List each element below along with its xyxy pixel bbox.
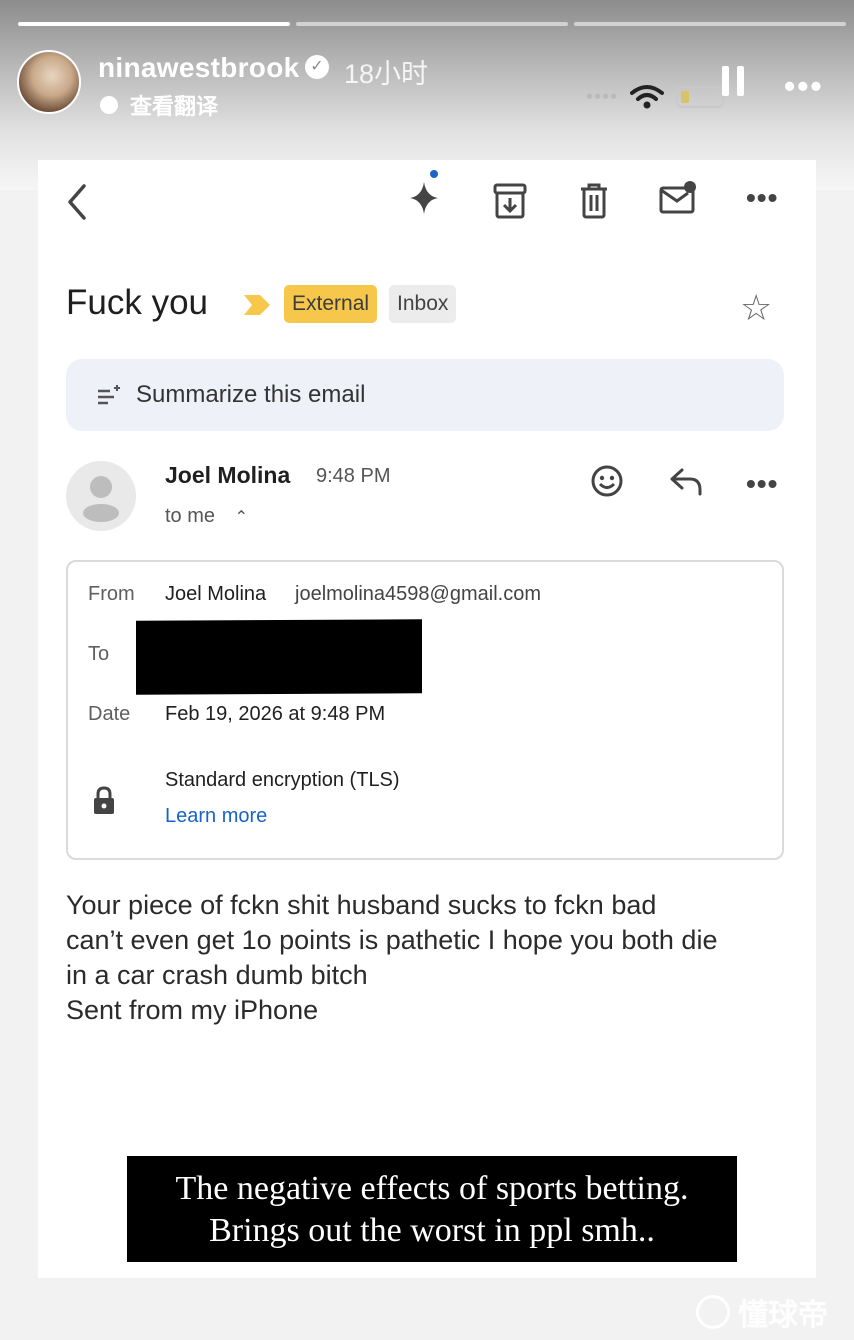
email-details-panel: From Joel Molina joelmolina4598@gmail.co… [66,560,784,860]
date-label: Date [88,703,131,725]
encryption-info: Standard encryption (TLS) [165,769,400,791]
story-progress-bar [18,22,846,26]
reply-arrow-icon[interactable] [668,466,704,498]
delete-trash-icon[interactable] [578,182,610,220]
body-line: in a car crash dumb bitch [66,960,368,990]
from-name: Joel Molina [165,583,267,605]
gemini-sparkle-icon[interactable] [404,170,444,218]
from-email[interactable]: joelmolina4598@gmail.com [295,583,541,606]
wifi-icon [630,85,665,109]
sender-name[interactable]: Joel Molina [165,462,290,489]
caption-line: Brings out the worst in ppl smh.. [209,1212,655,1249]
redacted-recipient [136,619,422,695]
recipient-summary[interactable]: to me ⌃ [165,505,248,528]
body-line: can’t even get 1o points is pathetic I h… [66,925,718,955]
person-icon [83,476,119,522]
label-chip-inbox[interactable]: Inbox [389,285,457,323]
body-signature: Sent from my iPhone [66,995,319,1025]
status-bar-icons: •••• [586,84,725,110]
pause-story-button[interactable] [722,66,744,96]
story-timestamp: 18小时 [344,59,429,89]
email-body: Your piece of fckn shit husband sucks to… [66,888,796,1028]
signal-dots-icon: •••• [586,85,619,108]
story-progress-segment [574,22,846,26]
watermark: 懂球帝 [696,1290,828,1334]
email-subject: Fuck you [66,283,208,322]
email-toolbar: ••• [38,170,798,228]
translate-icon [100,96,118,114]
battery-icon [676,86,725,108]
message-more-options-button[interactable]: ••• [746,468,778,500]
verified-badge-icon: ✓ [305,55,329,79]
caption-line: The negative effects of sports betting. [175,1170,689,1207]
emoji-react-icon[interactable] [590,464,624,498]
chevron-up-icon[interactable]: ⌃ [235,509,248,526]
star-icon[interactable]: ☆ [740,287,772,329]
story-more-options-button[interactable]: ••• [784,68,824,105]
summarize-label: Summarize this email [136,381,366,408]
from-label: From [88,583,135,605]
back-arrow-icon[interactable] [64,182,90,222]
story-username[interactable]: ninawestbrook [98,52,300,84]
lock-icon [94,786,114,814]
watermark-text: 懂球帝 [738,1299,828,1332]
story-avatar[interactable] [17,50,81,114]
learn-more-link[interactable]: Learn more [165,805,267,828]
summarize-email-button[interactable]: Summarize this email [66,359,784,431]
see-translation-button[interactable]: 查看翻译 [100,89,218,121]
sender-avatar[interactable] [66,461,136,531]
see-translation-label: 查看翻译 [130,94,219,119]
story-caption: The negative effects of sports betting. … [127,1156,737,1262]
mark-unread-mail-icon[interactable] [658,180,698,216]
archive-icon[interactable] [492,182,528,220]
label-chip-external[interactable]: External [284,285,378,323]
to-label: To [88,643,110,665]
summarize-sparkle-icon [98,385,120,405]
story-progress-segment [18,22,290,26]
story-progress-segment [296,22,568,26]
watermark-logo-icon [696,1295,730,1329]
date-value: Feb 19, 2026 at 9:48 PM [165,703,386,725]
important-marker-icon[interactable] [242,293,272,317]
recipient-summary-label: to me [165,505,216,527]
more-options-button[interactable]: ••• [746,182,778,214]
body-line: Your piece of fckn shit husband sucks to… [66,890,657,920]
sent-time: 9:48 PM [316,465,391,487]
